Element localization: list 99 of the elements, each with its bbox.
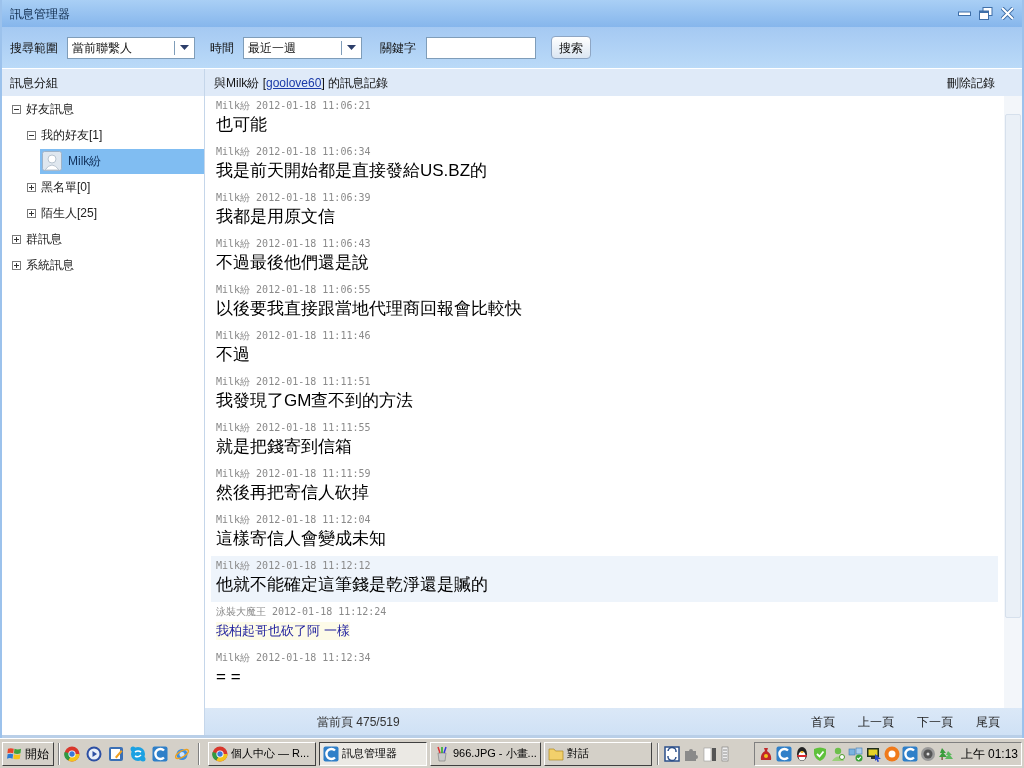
message-text: 然後再把寄信人砍掉 (216, 482, 369, 504)
monitor-icon[interactable] (865, 745, 882, 762)
plus-box-icon[interactable] (27, 208, 36, 218)
taskbar-button[interactable]: 966.JPG - 小畫... (430, 741, 541, 766)
tree-item[interactable]: 黑名單[0] (40, 178, 92, 196)
tree-item[interactable]: 陌生人[25] (40, 204, 98, 222)
plus-box-icon[interactable] (12, 260, 21, 270)
sender-name: Milk紛 (216, 99, 251, 113)
sender-name: Milk紛 (216, 191, 251, 205)
clock: 上午 01:13 (960, 745, 1018, 763)
message-time: 2012-01-18 11:06:39 (256, 191, 371, 205)
sender-name: Milk紛 (216, 651, 251, 665)
sender-name: Milk紛 (216, 375, 251, 389)
arc-tile-icon[interactable] (775, 745, 792, 762)
tree-item[interactable]: 我的好友[1] (40, 126, 104, 144)
person-icon[interactable] (829, 745, 846, 762)
tree-item[interactable]: 好友訊息 (25, 100, 75, 118)
record-title: 與Milk紛 [goolove60] 的訊息記錄 (214, 74, 389, 92)
tile-icon[interactable] (663, 745, 680, 762)
keyword-label: 關鍵字 (380, 39, 416, 57)
pager-link[interactable]: 首頁 (811, 712, 835, 731)
message-time: 2012-01-18 11:11:46 (256, 329, 371, 343)
caret-icon (180, 45, 189, 50)
sender-name: Milk紛 (216, 145, 251, 159)
tree-item[interactable]: 系統訊息 (25, 256, 75, 274)
message-text: 我是前天開始都是直接發給US.BZ的 (216, 160, 488, 182)
play-icon[interactable] (86, 745, 102, 762)
sender-name: Milk紛 (216, 513, 251, 527)
message-time: 2012-01-18 11:11:59 (256, 467, 371, 481)
sender-name: Milk紛 (216, 467, 251, 481)
search-button[interactable]: 搜索 (551, 36, 591, 59)
scrollbar-track[interactable] (1004, 96, 1022, 708)
delete-records-button[interactable]: 刪除記錄 (947, 73, 995, 92)
sender-name: Milk紛 (216, 283, 251, 297)
tree-item[interactable]: Milk紛 (40, 148, 204, 174)
pager-link[interactable]: 尾頁 (976, 712, 1000, 731)
sender-name: 泳裝大魔王 (216, 605, 266, 619)
message-text: 就是把錢寄到信箱 (216, 436, 352, 458)
message-text: = = (216, 666, 241, 688)
start-button[interactable]: 開始 (2, 741, 54, 766)
panel-title: 訊息分組 (10, 74, 58, 92)
message-text: 我發現了GM查不到的方法 (216, 390, 414, 412)
scope-select[interactable]: 當前聯繫人 (67, 36, 195, 59)
message-text: 這樣寄信人會變成未知 (216, 528, 386, 550)
caret-icon (347, 45, 356, 50)
message-text: 我都是用原文信 (216, 206, 335, 228)
sender-name: Milk紛 (216, 421, 251, 435)
message-time: 2012-01-18 11:06:55 (256, 283, 371, 297)
taskbar-button[interactable]: 個人中心 — R... (208, 741, 316, 766)
message-time: 2012-01-18 11:06:21 (256, 99, 371, 113)
message-time: 2012-01-18 11:06:43 (256, 237, 371, 251)
pager-link[interactable]: 上一頁 (858, 712, 894, 731)
message-time: 2012-01-18 11:12:04 (256, 513, 371, 527)
page-indicator: 當前頁 475/519 (317, 713, 400, 731)
arc-tile-icon[interactable] (901, 745, 918, 762)
arc-tile-icon (323, 745, 339, 762)
pencil-tile-icon[interactable] (108, 745, 124, 762)
keyword-input[interactable] (426, 36, 536, 59)
window-title: 訊息管理器 (10, 5, 70, 23)
time-select[interactable]: 最近一週 (243, 36, 362, 59)
time-label: 時間 (210, 39, 234, 57)
bubble-icon[interactable] (130, 745, 146, 762)
flag-icon (7, 746, 22, 761)
message-text: 他就不能確定這筆錢是乾淨還是贓的 (216, 574, 488, 596)
disc-icon[interactable] (919, 745, 936, 762)
sender-name: Milk紛 (216, 237, 251, 251)
scrollbar-thumb[interactable] (1005, 114, 1021, 618)
avatar-icon (42, 151, 62, 171)
sender-name: Milk紛 (216, 559, 251, 573)
message-text: 我柏起哥也砍了阿 一樣 (216, 622, 350, 640)
arc-tile-icon[interactable] (152, 745, 168, 762)
message-text: 不過最後他們還是說 (216, 252, 369, 274)
bar-icon[interactable] (701, 745, 718, 762)
scope-label: 搜尋範圍 (10, 39, 58, 57)
pager-link[interactable]: 下一頁 (917, 712, 953, 731)
message-time: 2012-01-18 11:12:34 (256, 651, 371, 665)
minus-box-icon[interactable] (27, 130, 36, 140)
sender-name: Milk紛 (216, 329, 251, 343)
folder-icon (547, 745, 564, 762)
message-time: 2012-01-18 11:12:24 (272, 605, 387, 619)
message-text: 以後要我直接跟當地代理商回報會比較快 (216, 298, 522, 320)
segmented-circle-icon[interactable] (64, 745, 80, 762)
close-icon[interactable] (1001, 7, 1014, 20)
message-text: 不過 (216, 344, 250, 366)
message-time: 2012-01-18 11:11:55 (256, 421, 371, 435)
plus-box-icon[interactable] (12, 234, 21, 244)
plus-box-icon[interactable] (27, 182, 36, 192)
message-time: 2012-01-18 11:12:12 (256, 559, 371, 573)
check-shield-icon[interactable] (811, 745, 828, 762)
segmented-circle-icon (212, 745, 228, 762)
tree-item[interactable]: 群訊息 (25, 230, 63, 248)
message-text: 也可能 (216, 114, 267, 136)
restore-icon[interactable] (979, 7, 993, 20)
minus-box-icon[interactable] (12, 104, 21, 114)
taskbar-button[interactable]: 對話 (543, 741, 652, 766)
brush-cup-icon (434, 745, 450, 762)
message-time: 2012-01-18 11:11:51 (256, 375, 371, 389)
taskbar-button[interactable]: 訊息管理器 (319, 741, 427, 766)
message-time: 2012-01-18 11:06:34 (256, 145, 371, 159)
